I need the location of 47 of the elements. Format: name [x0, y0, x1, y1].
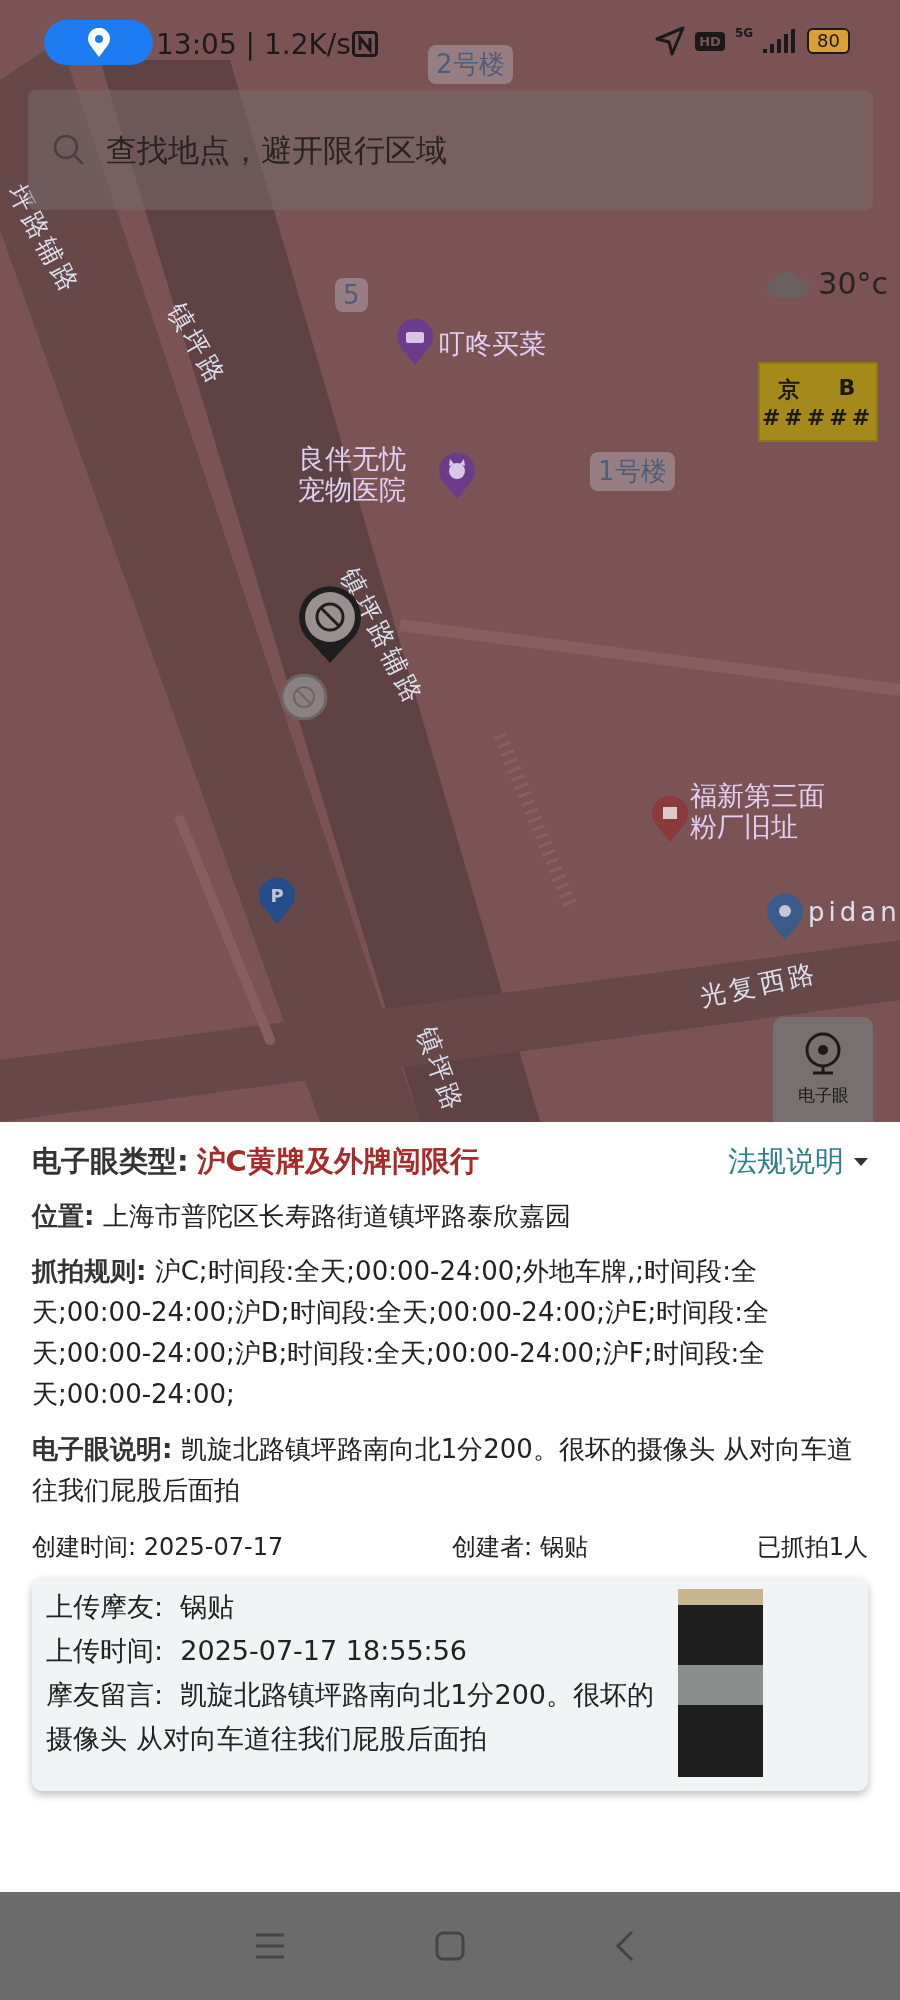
type-label: 电子眼类型: [32, 1143, 189, 1180]
hd-badge: HD [695, 31, 725, 51]
regulation-link[interactable]: 法规说明 [728, 1142, 868, 1182]
landmark-pin-icon[interactable] [650, 795, 690, 843]
upload-info-text: 上传摩友: 锅贴 [46, 1590, 236, 1624]
electronic-eye-button[interactable]: 电子眼 [773, 1017, 873, 1122]
upload-info-text: 摩友留言: 凯旋北路镇坪路南向北1分200。很坏的摄像头 从对向车道往我们屁股后面拍 [46, 1678, 655, 1756]
pin-icon[interactable] [765, 893, 805, 941]
search-icon [52, 133, 86, 167]
type-value: 沪C黄牌及外牌闯限行 [196, 1143, 479, 1180]
capture-count: 已抓拍1人 [756, 1532, 868, 1563]
road-label: 镇坪路 [160, 297, 234, 393]
road-label: 镇坪路 [410, 1021, 471, 1119]
basket-pin-icon[interactable] [395, 318, 435, 366]
camera-marker-icon[interactable] [280, 673, 328, 721]
battery-level: 80 [807, 28, 850, 54]
screenshot-thumbnail[interactable] [678, 1589, 763, 1777]
description-text: 电子眼说明: 凯旋北路镇坪路南向北1分200。很坏的摄像头 从对向车道往我们屁股后面拍 [32, 1433, 855, 1507]
location-text: 位置: 上海市普陀区长寿路街道镇坪路泰欣嘉园 [32, 1200, 572, 1233]
signal-icon [763, 29, 798, 53]
network-type: 5G [734, 26, 754, 40]
plate-number: ##### [761, 404, 875, 430]
road-label: 镇坪路辅路 [334, 562, 431, 712]
building-label: 2号楼 [428, 45, 513, 84]
place-label: 福新第三面粉厂旧址 [690, 780, 826, 843]
created-date: 创建时间: 2025-07-17 [32, 1532, 284, 1563]
location-pin-icon [86, 27, 111, 58]
parking-icon[interactable]: P [257, 877, 297, 925]
location-pill[interactable] [44, 20, 153, 65]
status-time: 13:05 | 1.2K/s [156, 28, 351, 61]
camera-icon [803, 1032, 843, 1076]
road-label: 光复西路 [696, 956, 822, 1014]
navigation-arrow-icon [655, 26, 686, 56]
upload-info-text: 上传时间: 2025-07-17 18:55:56 [46, 1634, 469, 1668]
caret-icon [854, 1157, 868, 1167]
plate-letter: B [838, 374, 856, 402]
plate-province: 京 [778, 375, 800, 404]
place-label: 良伴无忧宠物医院 [298, 443, 407, 506]
temperature: 30°c [818, 266, 888, 301]
cat-pin-icon[interactable] [437, 452, 477, 500]
capture-rules-text: 抓拍规则: 沪C;时间段:全天;00:00-24:00;外地车牌,;时间段:全天;00:00-24:00;沪D;时间段:全天;00:00-24:00;沪E;时间段:全天;00:00-24:00;沪B;时间段:全天;00:00-24:00;沪F;时间段:全天;00:00-24:00; [32, 1255, 770, 1411]
road-label: pidan [808, 897, 900, 927]
building-label: 1号楼 [590, 452, 675, 491]
place-label: 叮咚买菜 [438, 328, 546, 360]
creator: 创建者: 锅贴 [452, 1532, 588, 1563]
nfc-icon [352, 31, 378, 57]
building-label: 5 [335, 278, 368, 312]
